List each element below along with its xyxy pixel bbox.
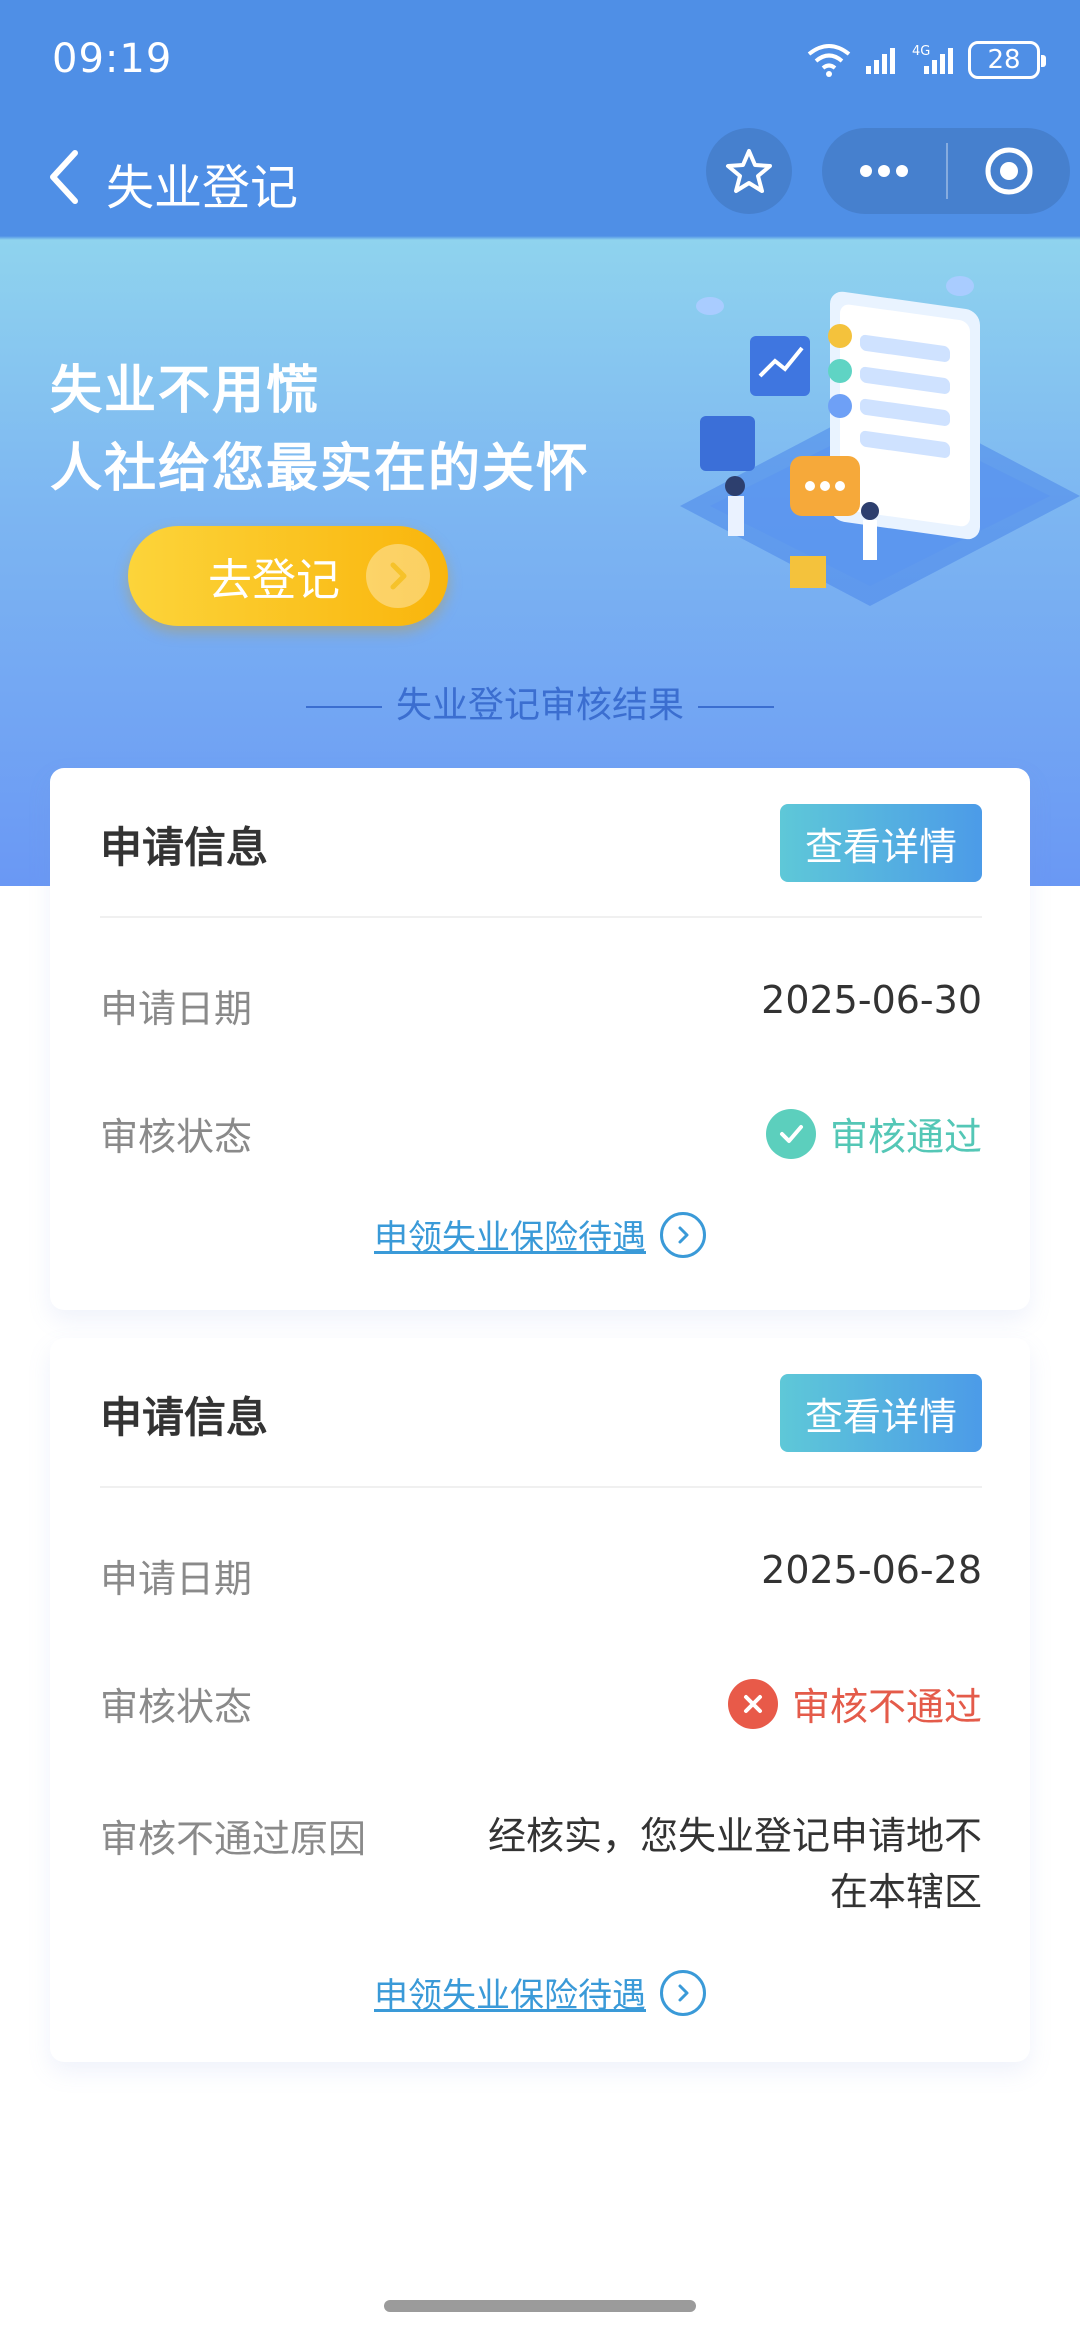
section-title-dash-right: [698, 706, 774, 708]
battery-indicator: 28: [968, 41, 1046, 79]
card-title: 申请信息: [100, 823, 269, 872]
star-icon: [726, 149, 772, 193]
claim-benefits-link[interactable]: 申领失业保险待遇: [50, 1968, 1030, 2017]
status-label: 审核状态: [100, 1115, 253, 1159]
card-header: 申请信息 查看详情: [100, 768, 982, 918]
view-details-button[interactable]: 查看详情: [780, 804, 982, 882]
status-time: 09:19: [52, 36, 173, 82]
reason-value: 经核实，您失业登记申请地不在本辖区: [487, 1814, 982, 1914]
date-value: 2025-06-30: [761, 978, 982, 1022]
status-text: 审核通过: [829, 1115, 982, 1159]
view-details-button[interactable]: 查看详情: [780, 1374, 982, 1452]
claim-benefits-link[interactable]: 申领失业保险待遇: [50, 1210, 1030, 1259]
claim-link-label: 申领失业保险待遇: [374, 1976, 646, 2016]
chevron-right-circle-icon: [660, 1211, 706, 1258]
close-miniapp-button[interactable]: [948, 128, 1070, 214]
application-card: 申请信息 查看详情 申请日期 2025-06-28 审核状态 审核不通过 审核不…: [50, 1338, 1030, 2062]
status-text: 审核不通过: [791, 1685, 982, 1729]
card-header: 申请信息 查看详情: [100, 1338, 982, 1488]
network-label: 4G: [912, 44, 930, 59]
section-title-text: 失业登记审核结果: [395, 685, 684, 726]
more-dots-icon: [860, 165, 908, 177]
reason-label: 审核不通过原因: [100, 1817, 367, 1861]
status-bar: 09:19 4G 28: [0, 0, 1080, 120]
status-label: 审核状态: [100, 1685, 253, 1729]
section-title: 失业登记审核结果: [0, 676, 1080, 728]
status-row: 审核状态 审核不通过: [100, 1676, 982, 1736]
wifi-icon: [807, 44, 851, 77]
check-icon: [765, 1108, 816, 1159]
target-circle-icon: [985, 147, 1033, 195]
page-title: 失业登记: [106, 160, 299, 216]
nav-bar: 失业登记: [0, 120, 1080, 236]
register-button-label: 去登记: [208, 555, 340, 606]
section-title-dash-left: [305, 706, 382, 708]
signal-4g-icon: 4G: [912, 44, 953, 74]
reason-row: 审核不通过原因 经核实，您失业登记申请地不在本辖区: [100, 1808, 982, 1928]
register-button[interactable]: 去登记: [128, 526, 448, 626]
date-value: 2025-06-28: [761, 1548, 982, 1592]
isometric-illustration: [680, 276, 1080, 606]
status-icons: 4G 28: [806, 38, 1046, 82]
back-button[interactable]: [28, 142, 98, 212]
page: 09:19 4G 28 失业登记 失业不用慌 人社给您最实在的关怀 去登记 失业…: [0, 0, 1080, 2331]
date-row: 申请日期 2025-06-30: [100, 978, 982, 1038]
cross-icon: [727, 1678, 778, 1729]
status-value: 审核通过: [765, 1106, 982, 1161]
chevron-left-icon: [50, 150, 78, 204]
claim-link-label: 申领失业保险待遇: [374, 1218, 646, 1258]
status-value: 审核不通过: [727, 1676, 982, 1731]
signal-icon: [866, 48, 895, 74]
application-card: 申请信息 查看详情 申请日期 2025-06-30 审核状态 审核通过 申领失业…: [50, 768, 1030, 1310]
banner-headline: 失业不用慌: [50, 361, 321, 421]
card-title: 申请信息: [100, 1393, 269, 1442]
miniapp-capsule: [822, 128, 1070, 214]
date-label: 申请日期: [100, 1557, 253, 1601]
chevron-right-circle-icon: [366, 544, 430, 608]
more-button[interactable]: [822, 128, 946, 214]
home-indicator[interactable]: [384, 2300, 696, 2312]
favorite-button[interactable]: [706, 128, 792, 214]
banner-subheadline: 人社给您最实在的关怀: [50, 439, 591, 499]
status-row: 审核状态 审核通过: [100, 1106, 982, 1166]
date-row: 申请日期 2025-06-28: [100, 1548, 982, 1608]
chevron-right-circle-icon: [660, 1969, 706, 2016]
date-label: 申请日期: [100, 987, 253, 1031]
